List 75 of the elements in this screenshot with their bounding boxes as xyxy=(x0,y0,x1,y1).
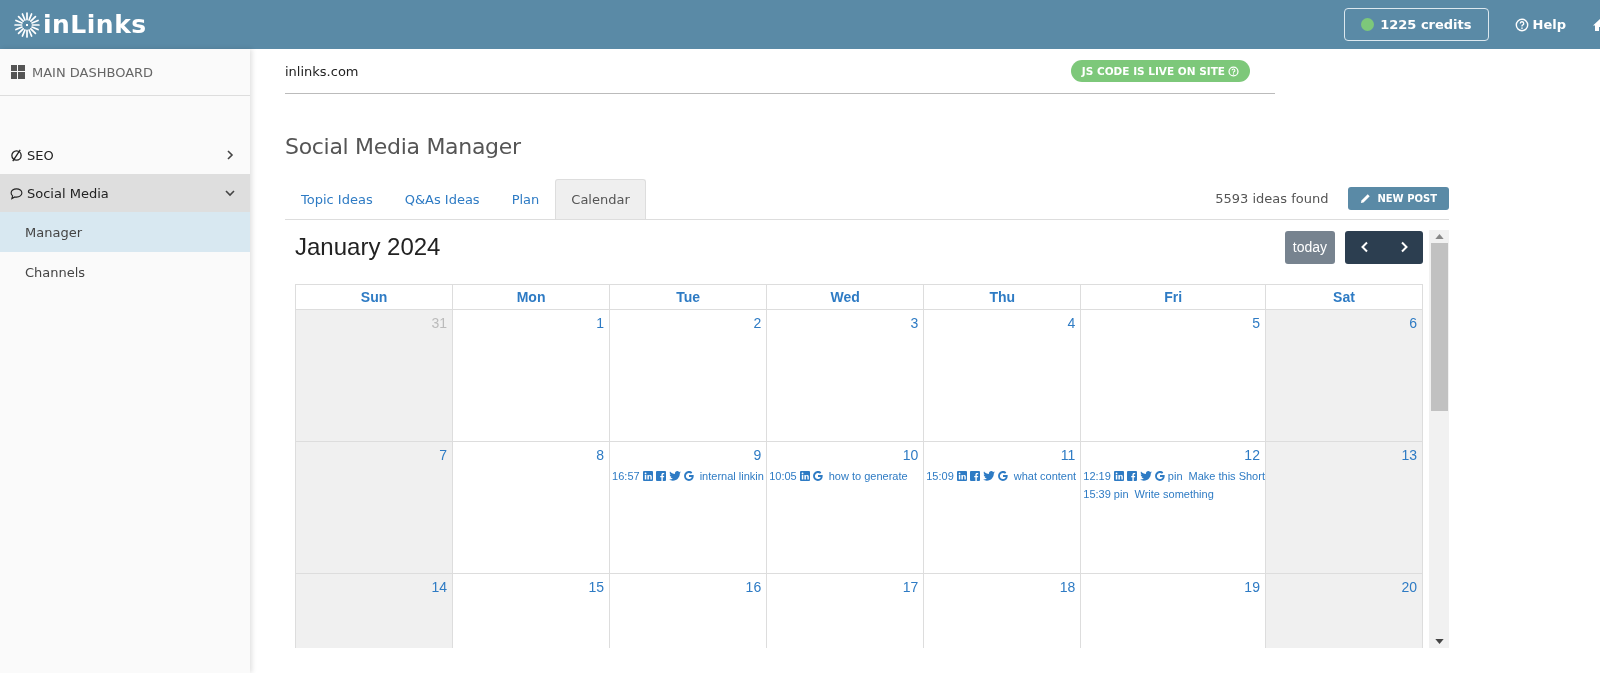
credits-button[interactable]: 1225 credits xyxy=(1344,8,1489,41)
weekday-header: Mon xyxy=(453,285,611,310)
day-number: 16 xyxy=(744,578,763,595)
day-number: 11 xyxy=(1059,446,1077,463)
day-number: 2 xyxy=(752,314,763,331)
weekday-header: Thu xyxy=(924,285,1082,310)
linkedin-icon xyxy=(642,471,653,481)
linkedin-icon xyxy=(799,471,810,481)
day-number: 17 xyxy=(901,578,920,595)
bird-icon xyxy=(1139,471,1152,481)
google-icon xyxy=(812,471,823,481)
ideas-count: 5593 ideas found xyxy=(1215,191,1329,206)
day-number: 5 xyxy=(1251,314,1261,331)
scroll-down-icon[interactable] xyxy=(1434,639,1444,644)
site-domain: inlinks.com xyxy=(285,63,359,79)
scroll-thumb[interactable] xyxy=(1430,243,1448,411)
sunburst-logo-icon xyxy=(14,11,40,38)
post-event[interactable]: 16:57 internal linkin xyxy=(612,470,764,482)
weekday-header: Wed xyxy=(767,285,925,310)
weekday-header: Fri xyxy=(1081,285,1266,310)
chevron-down-icon xyxy=(224,187,236,199)
day-number: 7 xyxy=(438,446,449,463)
post-event[interactable]: 10:05 how to generate xyxy=(769,470,908,482)
day-number: 15 xyxy=(587,578,606,595)
facebook-icon xyxy=(655,471,666,481)
facebook-icon xyxy=(969,471,980,481)
weekday-header: Tue xyxy=(610,285,768,310)
post-event[interactable]: 12:19 pin Make this Short xyxy=(1083,470,1265,482)
day-number: 20 xyxy=(1400,578,1418,595)
day-number: 8 xyxy=(595,446,606,463)
nav-item[interactable]: SEO xyxy=(0,136,250,174)
day-number: 4 xyxy=(1066,314,1077,331)
day-number: 1 xyxy=(595,314,606,331)
scroll-up-icon[interactable] xyxy=(1434,234,1444,239)
help-link[interactable]: Help xyxy=(1514,17,1566,32)
day-number: 3 xyxy=(909,314,920,331)
day-number: 6 xyxy=(1408,314,1418,331)
page-title: Social Media Manager xyxy=(285,134,522,159)
tab[interactable]: Topic Ideas xyxy=(285,179,389,219)
speech-bubble-icon xyxy=(10,186,23,200)
bird-icon xyxy=(982,471,995,481)
nav-subitem[interactable]: Channels xyxy=(0,252,250,292)
tab[interactable]: Calendar xyxy=(555,179,646,219)
nav-subitem[interactable]: Manager xyxy=(0,212,250,252)
google-icon xyxy=(683,471,694,481)
facebook-icon xyxy=(1126,471,1137,481)
logo-text: inLinks xyxy=(43,10,147,39)
grid-icon xyxy=(11,65,25,79)
linkedin-icon xyxy=(1113,471,1124,481)
day-number: 19 xyxy=(1243,578,1261,595)
help-icon xyxy=(1228,65,1239,77)
new-post-button[interactable]: NEW POST xyxy=(1348,187,1449,210)
scrollbar[interactable] xyxy=(1429,230,1449,648)
pencil-icon xyxy=(1360,193,1372,204)
google-icon xyxy=(1154,471,1165,481)
post-event[interactable]: 15:39 pin Write something xyxy=(1083,488,1214,500)
tab[interactable]: Plan xyxy=(495,179,556,219)
circle-slash-icon xyxy=(10,148,23,162)
day-number: 12 xyxy=(1243,446,1261,463)
tab[interactable]: Q&As Ideas xyxy=(388,179,496,219)
day-number: 9 xyxy=(752,446,763,463)
month-title: January 2024 xyxy=(295,233,441,261)
dashboard-link[interactable]: MAIN DASHBOARD xyxy=(0,49,250,96)
linkedin-icon xyxy=(956,471,967,481)
bird-icon xyxy=(668,471,681,481)
day-number: 13 xyxy=(1400,446,1418,463)
chevron-right-icon xyxy=(224,149,236,161)
help-icon xyxy=(1514,17,1529,32)
post-event[interactable]: 15:09 what content xyxy=(926,470,1077,482)
day-number: 14 xyxy=(430,578,449,595)
day-number: 10 xyxy=(901,446,920,463)
day-number: 18 xyxy=(1058,578,1077,595)
nav-item[interactable]: Social Media xyxy=(0,174,250,212)
today-button[interactable]: today xyxy=(1284,230,1335,264)
google-icon xyxy=(997,471,1008,481)
